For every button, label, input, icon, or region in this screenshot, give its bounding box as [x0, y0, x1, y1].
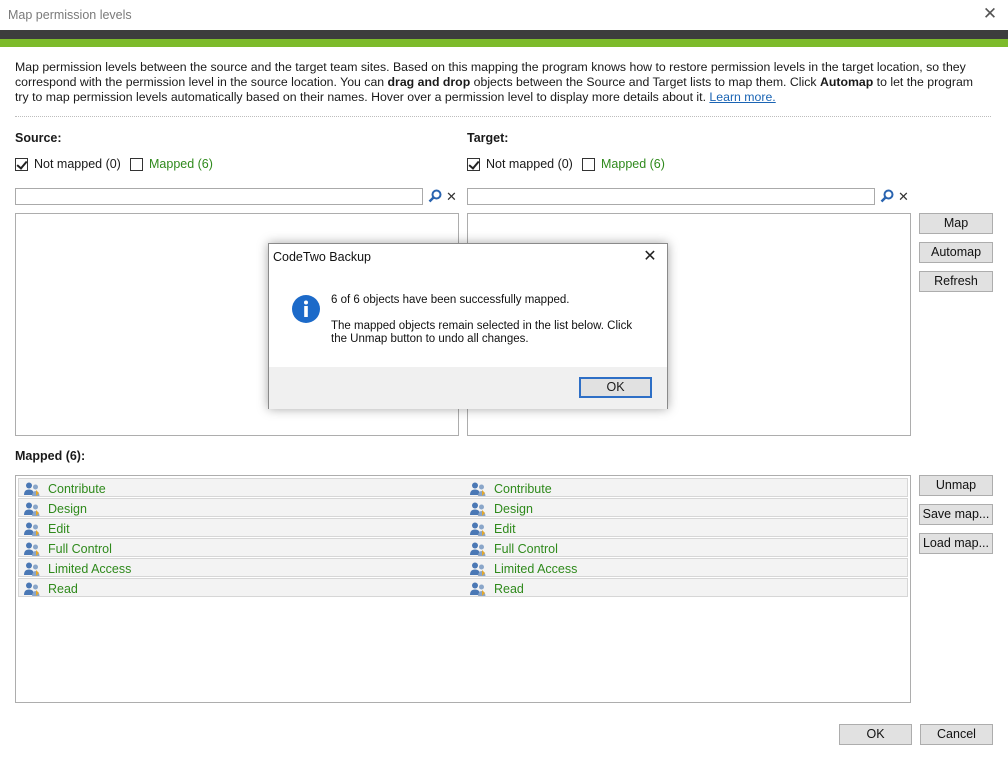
checkbox-unchecked-icon[interactable] [582, 157, 595, 171]
source-search-icon[interactable] [428, 189, 442, 203]
checkbox-checked-icon[interactable] [467, 157, 480, 171]
window-titlebar: Map permission levels ✕ [0, 0, 1008, 30]
permission-group-icon [469, 561, 487, 577]
source-search-input[interactable] [15, 188, 423, 205]
permission-group-icon [23, 581, 41, 597]
source-permission-cell[interactable]: Read [23, 579, 78, 598]
source-permission-name: Design [48, 501, 87, 516]
cancel-button[interactable]: Cancel [920, 724, 993, 745]
source-label: Source: [15, 131, 62, 145]
map-button[interactable]: Map [919, 213, 993, 234]
target-permission-name: Edit [494, 521, 516, 536]
dialog-message-secondary: The mapped objects remain selected in th… [331, 320, 633, 345]
header-band-dark [0, 30, 1008, 39]
target-permission-name: Full Control [494, 541, 558, 556]
target-mapped-checkbox[interactable]: Mapped (6) [582, 157, 665, 171]
source-permission-name: Edit [48, 521, 70, 536]
dialog-footer: OK [269, 367, 667, 409]
permission-group-icon [23, 501, 41, 517]
mapped-list[interactable]: Contribute Contribute Design Design Edit Edit… [15, 475, 911, 703]
target-not-mapped-label: Not mapped (0) [486, 157, 573, 171]
target-permission-name: Limited Access [494, 561, 578, 576]
automap-button[interactable]: Automap [919, 242, 993, 263]
table-row[interactable]: Contribute Contribute [18, 478, 908, 497]
ok-button[interactable]: OK [839, 724, 912, 745]
checkbox-unchecked-icon[interactable] [130, 157, 143, 171]
source-not-mapped-checkbox[interactable]: Not mapped (0) [15, 157, 121, 171]
target-clear-icon[interactable]: ✕ [898, 190, 909, 203]
target-permission-cell[interactable]: Read [469, 579, 524, 598]
dialog-ok-button[interactable]: OK [579, 377, 652, 398]
source-permission-name: Limited Access [48, 561, 132, 576]
target-permission-name: Design [494, 501, 533, 516]
dialog-close-icon[interactable]: ✕ [641, 247, 659, 267]
permission-group-icon [23, 521, 41, 537]
refresh-button[interactable]: Refresh [919, 271, 993, 292]
permission-group-icon [469, 481, 487, 497]
mapped-label: Mapped (6): [15, 449, 86, 463]
source-clear-icon[interactable]: ✕ [446, 190, 457, 203]
source-mapped-checkbox[interactable]: Mapped (6) [130, 157, 213, 171]
permission-group-icon [469, 541, 487, 557]
target-permission-name: Read [494, 581, 524, 596]
save-map-button[interactable]: Save map... [919, 504, 993, 525]
source-permission-cell[interactable]: Design [23, 499, 87, 518]
target-permission-cell[interactable]: Limited Access [469, 559, 577, 578]
table-row[interactable]: Edit Edit [18, 518, 908, 537]
source-permission-name: Full Control [48, 541, 112, 556]
load-map-button[interactable]: Load map... [919, 533, 993, 554]
separator [15, 116, 991, 117]
source-permission-cell[interactable]: Contribute [23, 479, 106, 498]
target-permission-cell[interactable]: Contribute [469, 479, 552, 498]
permission-group-icon [469, 581, 487, 597]
target-not-mapped-checkbox[interactable]: Not mapped (0) [467, 157, 573, 171]
source-permission-cell[interactable]: Limited Access [23, 559, 131, 578]
permission-group-icon [23, 481, 41, 497]
target-permission-cell[interactable]: Full Control [469, 539, 558, 558]
learn-more-link[interactable]: Learn more. [709, 90, 775, 104]
description-text: Map permission levels between the source… [15, 60, 974, 104]
source-permission-cell[interactable]: Full Control [23, 539, 112, 558]
target-label: Target: [467, 131, 509, 145]
source-permission-cell[interactable]: Edit [23, 519, 70, 538]
table-row[interactable]: Limited Access Limited Access [18, 558, 908, 577]
table-row[interactable]: Full Control Full Control [18, 538, 908, 557]
target-search-input[interactable] [467, 188, 875, 205]
permission-group-icon [23, 561, 41, 577]
permission-group-icon [469, 501, 487, 517]
unmap-button[interactable]: Unmap [919, 475, 993, 496]
window-title: Map permission levels [8, 8, 132, 22]
source-permission-name: Contribute [48, 481, 106, 496]
target-permission-cell[interactable]: Edit [469, 519, 516, 538]
permission-group-icon [23, 541, 41, 557]
dialog-title: CodeTwo Backup [273, 250, 371, 264]
dialog-message-primary: 6 of 6 objects have been successfully ma… [331, 294, 570, 306]
message-dialog: CodeTwo Backup ✕ 6 of 6 objects have bee… [268, 243, 668, 409]
source-not-mapped-label: Not mapped (0) [34, 157, 121, 171]
target-mapped-label: Mapped (6) [601, 157, 665, 171]
target-search-icon[interactable] [880, 189, 894, 203]
window-close-icon[interactable]: ✕ [980, 4, 1000, 24]
header-band-green [0, 39, 1008, 47]
permission-group-icon [469, 521, 487, 537]
target-permission-name: Contribute [494, 481, 552, 496]
info-icon [292, 295, 320, 323]
checkbox-checked-icon[interactable] [15, 157, 28, 171]
table-row[interactable]: Read Read [18, 578, 908, 597]
target-permission-cell[interactable]: Design [469, 499, 533, 518]
source-mapped-label: Mapped (6) [149, 157, 213, 171]
source-permission-name: Read [48, 581, 78, 596]
table-row[interactable]: Design Design [18, 498, 908, 517]
